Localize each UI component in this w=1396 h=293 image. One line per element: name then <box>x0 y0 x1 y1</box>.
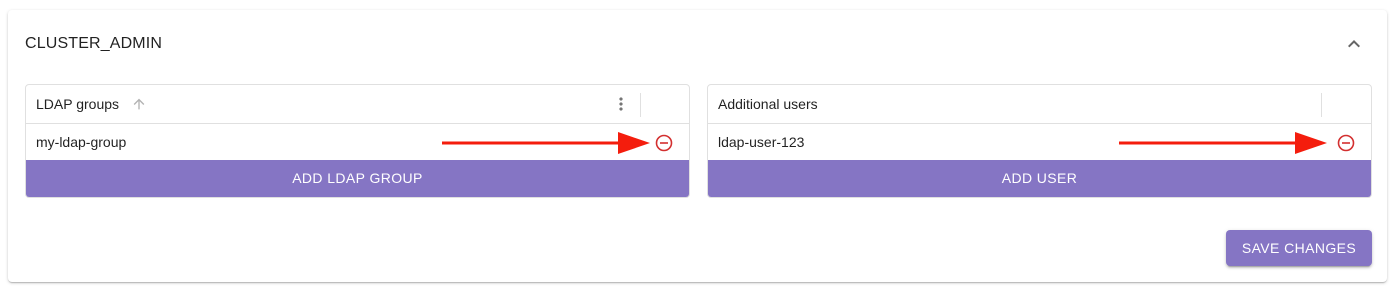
additional-users-grid: Additional users ldap-user-123 ADD USER <box>707 84 1372 198</box>
annotation-arrow <box>1119 132 1327 154</box>
table-row[interactable]: my-ldap-group <box>26 124 689 160</box>
role-card: CLUSTER_ADMIN LDAP groups my-ldap-group <box>8 10 1387 282</box>
more-vert-icon[interactable] <box>611 94 631 114</box>
column-header-ldap-groups[interactable]: LDAP groups <box>36 96 119 113</box>
user-cell: ldap-user-123 <box>718 134 805 150</box>
annotation-arrow <box>442 132 650 154</box>
add-ldap-group-button[interactable]: ADD LDAP GROUP <box>26 160 689 197</box>
section-title: CLUSTER_ADMIN <box>25 35 163 52</box>
column-separator[interactable] <box>640 93 641 117</box>
column-separator[interactable] <box>1321 93 1322 117</box>
column-header-additional-users[interactable]: Additional users <box>718 96 818 113</box>
table-row[interactable]: ldap-user-123 <box>708 124 1371 160</box>
save-changes-button[interactable]: SAVE CHANGES <box>1226 230 1372 266</box>
remove-circle-icon[interactable] <box>1336 133 1356 153</box>
ldap-group-cell: my-ldap-group <box>36 134 127 150</box>
remove-circle-icon[interactable] <box>654 133 674 153</box>
additional-users-header: Additional users <box>708 85 1371 124</box>
add-user-button[interactable]: ADD USER <box>708 160 1371 197</box>
ldap-groups-grid: LDAP groups my-ldap-group ADD LDAP GROUP <box>25 84 690 198</box>
chevron-up-icon[interactable] <box>1342 32 1366 56</box>
arrow-up-icon[interactable] <box>131 96 147 112</box>
ldap-groups-header: LDAP groups <box>26 85 689 124</box>
